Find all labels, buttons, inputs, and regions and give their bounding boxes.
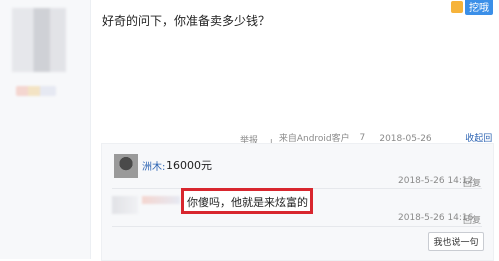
- divider: [112, 226, 482, 227]
- user-sidebar: [0, 0, 91, 259]
- comment-thread: 洲木: 16000元 2018-5-26 14:12 回复 你傻吗，他就是来炫富…: [101, 143, 494, 261]
- badge-label: 挖哦: [469, 3, 489, 14]
- badge-icon: [451, 0, 463, 13]
- comment-author-blurred[interactable]: [142, 196, 180, 204]
- comment-text: 你傻吗，他就是来炫富的: [187, 196, 308, 209]
- post-body: 好奇的问下，你准备卖多少钱？: [102, 14, 271, 28]
- comment-text: 16000元: [166, 159, 212, 172]
- badge-pill[interactable]: 挖哦: [465, 0, 493, 15]
- add-reply-button[interactable]: 我也说一句: [428, 232, 484, 251]
- header-badge: 挖哦: [451, 0, 493, 15]
- comment-avatar[interactable]: [114, 154, 138, 178]
- comment-avatar-blurred[interactable]: [112, 196, 138, 214]
- comment-reply-link[interactable]: 回复: [463, 213, 481, 226]
- comment-author[interactable]: 洲木:: [142, 158, 165, 173]
- user-avatar[interactable]: [12, 8, 66, 72]
- user-name-blurred: [16, 86, 56, 96]
